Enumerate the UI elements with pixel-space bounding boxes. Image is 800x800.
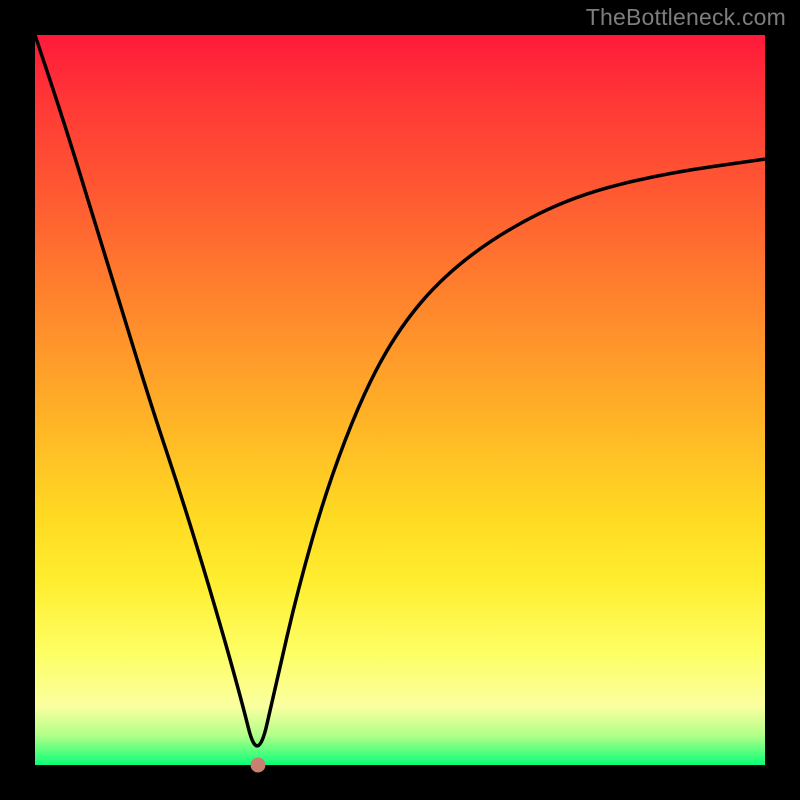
chart-frame: TheBottleneck.com [0, 0, 800, 800]
bottleneck-curve [35, 35, 765, 765]
optimal-point-marker [250, 758, 265, 773]
watermark-text: TheBottleneck.com [586, 4, 786, 31]
plot-area [35, 35, 765, 765]
curve-path [35, 35, 765, 746]
